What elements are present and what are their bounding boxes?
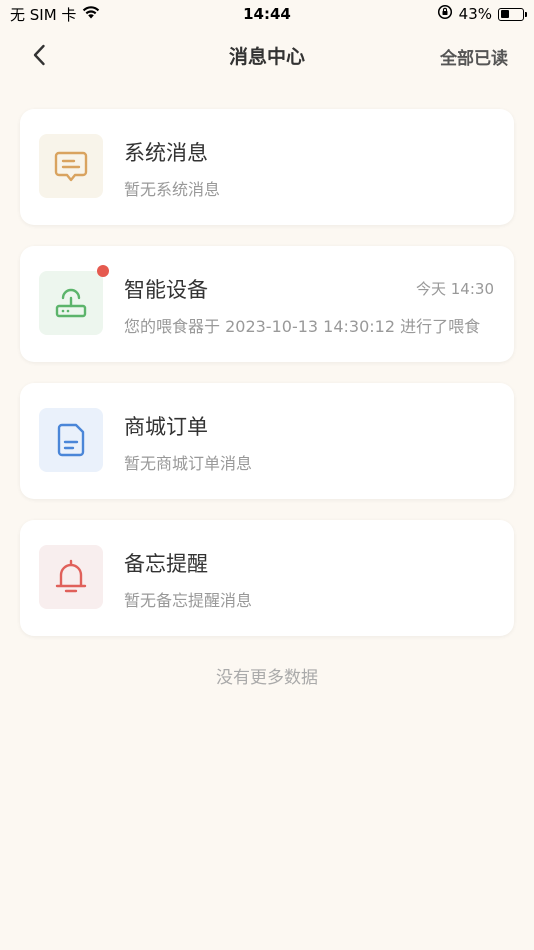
category-subtitle: 暂无系统消息 [124,180,221,199]
message-category-list: 系统消息 暂无系统消息 智能设备 今天 14:30 您的喂食器于 2023-10… [20,109,514,657]
message-category-system[interactable]: 系统消息 暂无系统消息 [20,109,514,225]
message-icon [54,151,88,182]
message-category-order[interactable]: 商城订单 暂无商城订单消息 [20,383,514,499]
category-time: 今天 14:30 [416,280,494,298]
icon-box [39,408,103,472]
unread-dot [97,265,109,277]
category-title: 商城订单 [124,415,208,439]
no-more-data-text: 没有更多数据 [216,668,318,688]
category-subtitle: 暂无备忘提醒消息 [124,591,253,610]
status-bar: 无 SIM 卡 14:44 43% [0,0,534,28]
device-icon [55,288,87,318]
status-left: 无 SIM 卡 [10,4,100,25]
bell-icon [55,559,87,593]
category-title: 智能设备 [124,278,208,302]
battery-icon [498,7,527,21]
icon-box [39,545,103,609]
carrier-text: 无 SIM 卡 [10,5,77,24]
status-right: 43% [437,4,527,24]
battery-fill [500,10,510,18]
message-category-device[interactable]: 智能设备 今天 14:30 您的喂食器于 2023-10-13 14:30:12… [20,246,514,362]
icon-box [39,271,103,335]
order-icon [57,423,85,457]
mark-all-read-button[interactable]: 全部已读 [440,44,508,69]
battery-percent: 43% [458,5,492,23]
orientation-lock-icon [437,4,453,24]
icon-box [39,134,103,198]
category-subtitle: 暂无商城订单消息 [124,454,253,473]
message-category-reminder[interactable]: 备忘提醒 暂无备忘提醒消息 [20,520,514,636]
nav-bar: 消息中心 全部已读 [0,30,534,80]
category-title: 备忘提醒 [124,552,208,576]
category-subtitle: 您的喂食器于 2023-10-13 14:30:12 进行了喂食 [124,317,481,336]
wifi-icon [82,5,100,23]
category-title: 系统消息 [124,141,208,165]
